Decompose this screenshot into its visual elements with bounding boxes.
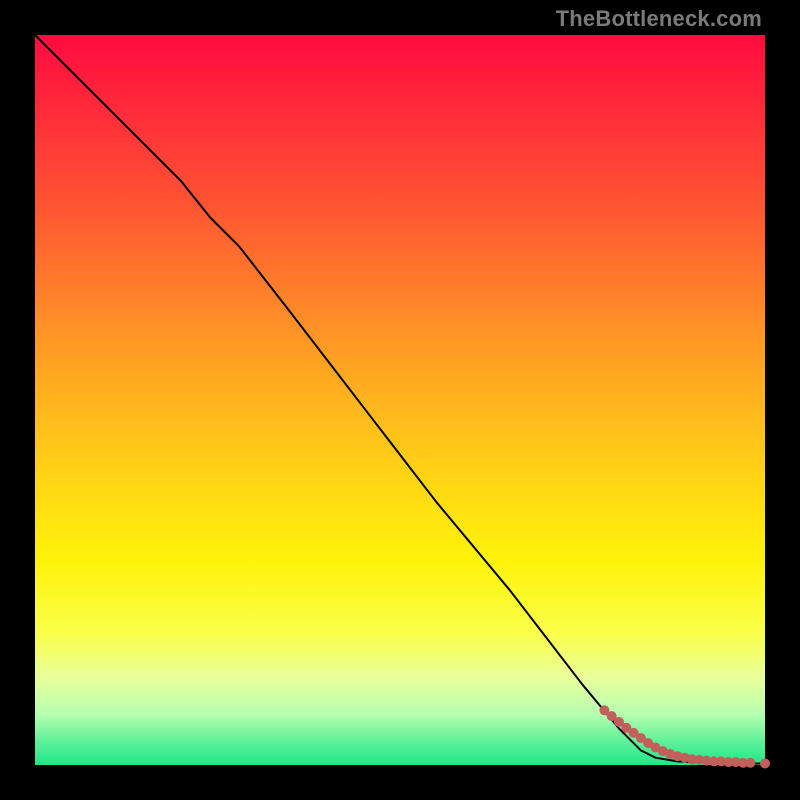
marker-point [745,758,755,768]
attribution-label: TheBottleneck.com [556,6,762,32]
chart-frame: TheBottleneck.com [0,0,800,800]
chart-svg [35,35,765,765]
marker-point [760,759,770,769]
bottleneck-curve [35,35,765,764]
marker-group [599,705,770,768]
plot-area [35,35,765,765]
